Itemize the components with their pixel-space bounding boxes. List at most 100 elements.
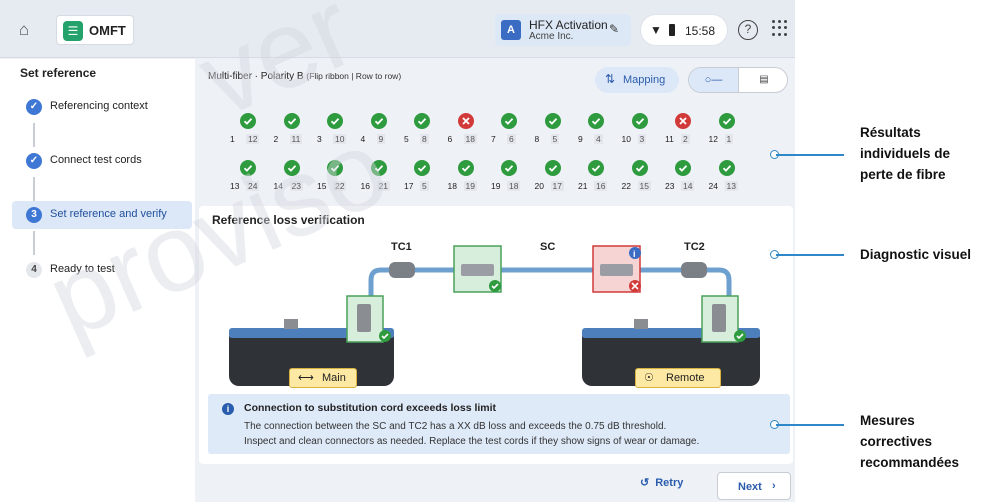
fiber-number: 16 (360, 181, 370, 191)
fiber-result[interactable]: 6 18 (448, 113, 484, 147)
fiber-number: 5 (404, 134, 409, 144)
callout-text: Mesures (860, 413, 915, 428)
fiber-mapped-number: 2 (681, 134, 690, 144)
fiber-mapped-number: 18 (507, 181, 521, 191)
fiber-result[interactable]: 12 1 (709, 113, 745, 147)
remote-port (634, 319, 648, 329)
step-set-reference[interactable]: 3 Set reference and verify (12, 201, 192, 229)
step-connector (33, 231, 35, 255)
fiber-result[interactable]: 13 24 (230, 160, 266, 194)
remote-label-text: Remote (666, 372, 705, 384)
step-ready-to-test[interactable]: 4 Ready to test (12, 256, 192, 284)
callout-text: individuels de (860, 146, 951, 161)
fiber-number: 24 (708, 181, 718, 191)
fiber-result[interactable]: 58 (404, 113, 440, 147)
fiber-number: 8 (534, 134, 540, 144)
callout-line (776, 254, 844, 256)
callout-text: perte de fibre (860, 167, 946, 182)
help-icon[interactable]: ? (738, 20, 758, 40)
mapping-button[interactable]: ⇅ Mapping (595, 67, 679, 93)
fiber-number: 6 (447, 134, 453, 144)
fiber-result[interactable]: 15 22 (317, 160, 353, 194)
fiber-result[interactable]: 22 15 (622, 160, 658, 194)
tc2-adapter (600, 264, 633, 276)
info-icon: i (222, 403, 234, 415)
retry-button[interactable]: ↺ Retry (640, 476, 704, 498)
fiber-result[interactable]: 2 11 (274, 113, 310, 147)
fiber-result[interactable]: 3 10 (317, 113, 353, 147)
fiber-result[interactable]: 23 14 (665, 160, 701, 194)
fiber-mapped-number: 22 (333, 181, 347, 191)
fiber-result[interactable]: 19 18 (491, 160, 527, 194)
sc-label: SC (540, 241, 555, 253)
main-label-text: Main (322, 372, 346, 384)
fiber-result[interactable]: 16 21 (361, 160, 397, 194)
fiber-result[interactable]: 17 5 (404, 160, 440, 194)
main-unit-label: ⟷ Main (289, 368, 357, 388)
mapping-icon: ⇅ (605, 72, 616, 86)
clock: 15:58 (685, 24, 716, 38)
table-view-icon[interactable]: ▤ (739, 68, 787, 92)
fiber-number: 14 (273, 181, 283, 191)
next-label: Next (738, 481, 762, 493)
fiber-mapped-number: 10 (333, 134, 347, 144)
check-icon: ✓ (26, 153, 42, 169)
fiber-number: 2 (273, 134, 279, 144)
view-toggle[interactable]: ○— ▤ (688, 67, 788, 93)
fiber-number: 1 (230, 134, 235, 144)
loss-alert: i Connection to substitution cord exceed… (208, 394, 790, 454)
step-label: Connect test cords (50, 154, 142, 166)
pass-check-icon (283, 160, 300, 176)
fiber-result[interactable]: 10 3 (622, 113, 658, 147)
status-pill[interactable]: ▼ 15:58 (640, 14, 728, 46)
account-avatar: A (501, 20, 521, 40)
apps-grid-icon[interactable] (772, 20, 788, 36)
battery-icon (669, 24, 675, 36)
pass-check-icon (544, 113, 561, 129)
pass-check-icon (240, 113, 256, 129)
steps-sidebar: Set reference ✓ Referencing context ✓ Co… (0, 59, 195, 502)
step-connector (33, 123, 35, 147)
fiber-mapped-number: 5 (550, 134, 560, 144)
fiber-mapped-number: 21 (376, 181, 390, 191)
home-icon[interactable]: ⌂ (14, 20, 34, 40)
fiber-result[interactable]: 21 16 (578, 160, 614, 194)
fiber-result[interactable]: 112 (665, 113, 701, 147)
fiber-result[interactable]: 24 13 (709, 160, 745, 194)
pass-check-icon (718, 160, 735, 176)
fiber-result[interactable]: 85 (535, 113, 571, 147)
pass-check-icon (327, 113, 343, 129)
fail-x-icon (457, 113, 474, 129)
alert-body: The connection between the SC and TC2 ha… (244, 419, 784, 449)
fiber-mapped-number: 3 (637, 134, 647, 144)
fiber-result[interactable]: 94 (578, 113, 614, 147)
fiber-number: 22 (621, 181, 631, 191)
account-chip[interactable]: A HFX Activation Acme Inc. ✎ (495, 14, 631, 46)
tc1-plug (389, 262, 415, 278)
fiber-result[interactable]: 18 19 (448, 160, 484, 194)
diagram-view-icon[interactable]: ○— (689, 68, 739, 92)
pass-check-icon (501, 160, 517, 176)
fiber-number: 19 (491, 181, 501, 191)
callout-corrective-actions: Mesures correctives recommandées (860, 410, 959, 473)
fiber-result[interactable]: 14 23 (274, 160, 310, 194)
next-button[interactable]: Next › (717, 472, 791, 500)
callout-line (776, 424, 844, 426)
callout-text: correctives (860, 434, 933, 449)
app-name: OMFT (89, 23, 126, 38)
step-referencing-context[interactable]: ✓ Referencing context (12, 93, 192, 121)
mapping-label: Mapping (623, 74, 666, 86)
fiber-result[interactable]: 76 (491, 113, 527, 147)
target-icon: ☉ (644, 372, 654, 384)
fiber-config-main: Multi-fiber · Polarity B (208, 71, 304, 82)
step-number: 3 (26, 207, 42, 223)
fiber-result[interactable]: 20 17 (535, 160, 571, 194)
callout-fiber-results: Résultats individuels de perte de fibre (860, 122, 950, 185)
fiber-mapped-number: 18 (463, 134, 477, 144)
alert-title: Connection to substitution cord exceeds … (244, 402, 497, 414)
fiber-result[interactable]: 49 (361, 113, 397, 147)
fiber-result[interactable]: 112 (230, 113, 266, 147)
fiber-number: 23 (665, 181, 675, 191)
app-chip[interactable]: ☰ OMFT (56, 15, 134, 45)
step-connect-test-cords[interactable]: ✓ Connect test cords (12, 147, 192, 175)
